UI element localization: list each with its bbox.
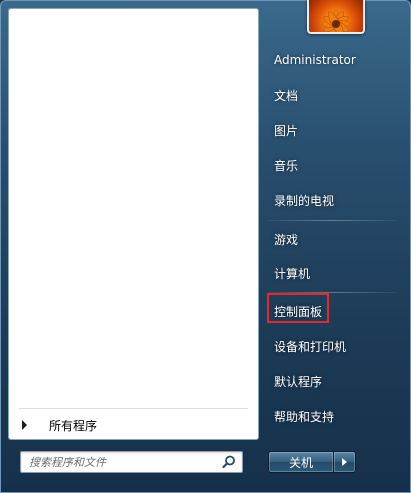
menu-item-label: 文档	[274, 88, 299, 103]
menu-item-devices-printers[interactable]: 设备和打印机	[270, 332, 395, 360]
user-name-link[interactable]: Administrator	[270, 46, 395, 74]
menu-item-label: 计算机	[274, 266, 311, 281]
all-programs-label: 所有程序	[49, 418, 98, 433]
highlight-box	[267, 293, 329, 323]
menu-item-label: 录制的电视	[274, 193, 335, 208]
user-avatar[interactable]	[307, 0, 365, 34]
menu-item-games[interactable]: 游戏	[270, 225, 395, 253]
shutdown-button[interactable]: 关机	[268, 451, 334, 473]
username-label: Administrator	[274, 53, 356, 67]
search-icon[interactable]	[222, 455, 236, 469]
menu-item-label: 图片	[274, 123, 299, 138]
menu-item-pictures[interactable]: 图片	[270, 116, 395, 144]
search-input[interactable]	[21, 452, 219, 472]
menu-item-music[interactable]: 音乐	[270, 151, 395, 179]
menu-item-help-support[interactable]: 帮助和支持	[270, 402, 395, 430]
shutdown-label: 关机	[288, 455, 313, 470]
programs-pane: 所有程序	[8, 8, 259, 440]
start-menu: 所有程序 Administrator 文档 图片 音	[0, 0, 411, 493]
all-programs-button[interactable]: 所有程序	[15, 414, 252, 436]
chevron-right-icon	[342, 458, 347, 466]
menu-item-label: 设备和打印机	[274, 339, 347, 354]
menu-item-default-programs[interactable]: 默认程序	[270, 367, 395, 395]
divider	[19, 408, 248, 409]
menu-item-label: 游戏	[274, 232, 299, 247]
shutdown-group: 关机	[268, 451, 356, 473]
search-box[interactable]	[20, 451, 243, 473]
shutdown-options-button[interactable]	[334, 451, 356, 473]
divider	[268, 220, 396, 221]
menu-item-label: 帮助和支持	[274, 409, 335, 424]
chevron-right-icon	[22, 420, 27, 430]
menu-item-documents[interactable]: 文档	[270, 81, 395, 109]
menu-item-recorded-tv[interactable]: 录制的电视	[270, 186, 395, 214]
menu-item-label: 默认程序	[274, 374, 323, 389]
menu-item-label: 音乐	[274, 158, 299, 173]
flower-icon	[321, 9, 351, 32]
menu-item-computer[interactable]: 计算机	[270, 259, 395, 287]
